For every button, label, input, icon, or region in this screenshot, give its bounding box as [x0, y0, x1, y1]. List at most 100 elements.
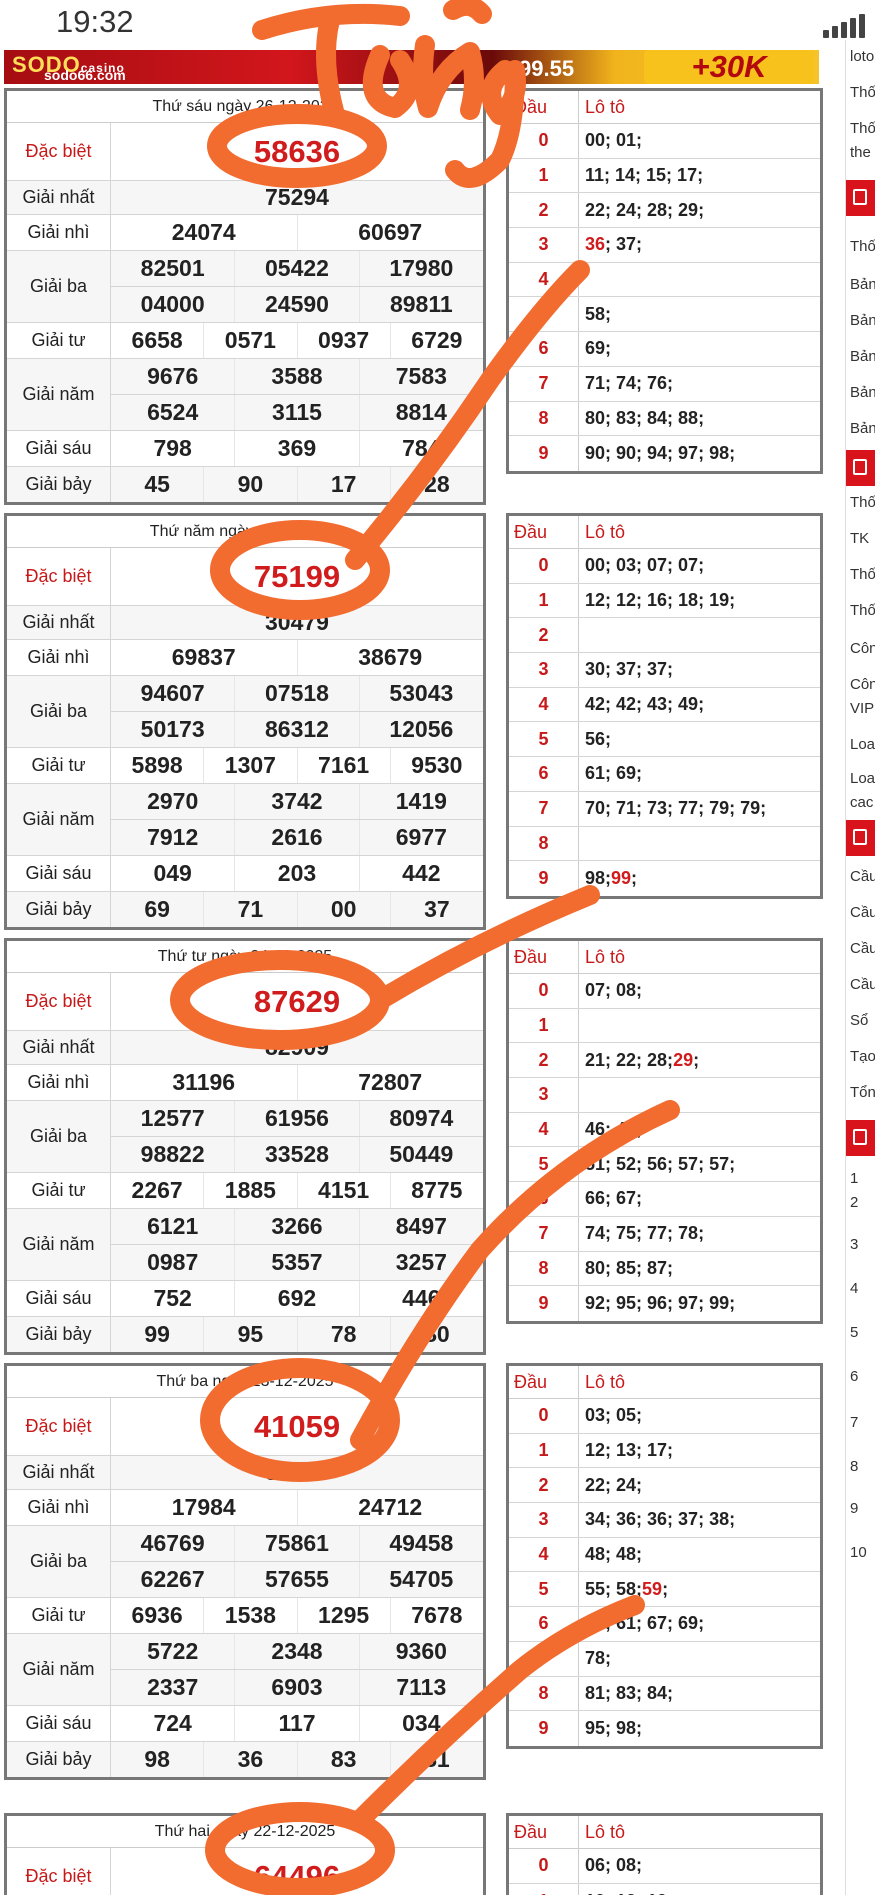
prize-number: 1307 — [203, 748, 296, 783]
loto-row: 1 — [509, 1008, 820, 1044]
loto-dau: 7 — [509, 366, 579, 401]
loto-row: 4 42; 42; 43; 49; — [509, 687, 820, 723]
prize-line: 798 369 784 — [111, 431, 483, 466]
prize-number: 99 — [144, 1321, 170, 1347]
ad-banner[interactable]: SODOcasino sodo66.com 99.55 +30K — [4, 50, 819, 84]
sidebar-item[interactable]: loto — [850, 48, 875, 65]
loto-values: 74; 75; 77; 78; — [579, 1217, 820, 1251]
prize-number: 90 — [203, 467, 296, 502]
sidebar-item[interactable]: Thố — [850, 238, 875, 255]
loto-text: 74; 75; 77; 78; — [585, 1223, 705, 1244]
loto-values: 51; 52; 56; 57; 57; — [579, 1147, 820, 1181]
sidebar-item[interactable]: cac — [850, 794, 875, 811]
prize-number: 7113 — [358, 1670, 483, 1705]
sidebar-item[interactable]: 6 — [850, 1368, 875, 1385]
sidebar-item[interactable]: TK — [850, 530, 875, 547]
loto-header-dau: Đầu — [509, 941, 579, 973]
sidebar-item[interactable]: Côn — [850, 676, 875, 693]
sidebar-item[interactable]: 8 — [850, 1458, 875, 1475]
loto-values: 03; 05; — [579, 1399, 820, 1433]
prize-number: 45 — [144, 471, 170, 497]
sidebar-item[interactable]: Thố — [850, 602, 875, 619]
prize-number: 2337 — [147, 1674, 199, 1700]
prize-values: 31196 72807 — [111, 1065, 483, 1100]
sidebar-item[interactable]: Cầu — [850, 976, 875, 993]
loto-dau: 2 — [509, 193, 579, 228]
sidebar-item[interactable]: Côn — [850, 640, 875, 657]
sidebar-item[interactable]: Loa — [850, 736, 875, 753]
loto-dau: 0 — [509, 124, 579, 158]
sidebar-item[interactable]: 1 — [850, 1170, 875, 1187]
sidebar-item[interactable]: Bản — [850, 420, 875, 437]
sidebar-item[interactable]: Tổn — [850, 1084, 875, 1101]
sidebar-item[interactable]: Thố — [850, 494, 875, 511]
special-prize-number: 41059 — [253, 1408, 341, 1444]
loto-highlight: 29 — [673, 1049, 694, 1070]
prize-values: 99 95 78 80 — [111, 1317, 483, 1352]
prize-number: 6977 — [358, 820, 483, 855]
sidebar-item[interactable]: 5 — [850, 1324, 875, 1341]
sidebar-item[interactable]: Thố — [850, 120, 875, 137]
prize-number: 89811 — [358, 287, 483, 322]
sidebar-item[interactable]: the — [850, 144, 875, 161]
loto-row: 2 22; 24; — [509, 1468, 820, 1504]
prize-row: Giải nhất 30479 — [7, 606, 483, 640]
loto-row: 5 56; — [509, 722, 820, 758]
prize-number: 57655 — [234, 1562, 358, 1597]
prize-number: 71 — [203, 892, 296, 927]
sidebar-item[interactable]: Bản — [850, 276, 875, 293]
loto-dau: 7 — [509, 1216, 579, 1251]
prize-number: 50173 — [140, 716, 205, 742]
sidebar-item[interactable]: Thố — [850, 566, 875, 583]
loto-text: 70; 71; 73; 77; 79; 79; — [585, 798, 767, 819]
prize-line: 31196 72807 — [111, 1065, 483, 1100]
loto-row: 2 21; 22; 28; 29; — [509, 1043, 820, 1079]
prize-number: 52748 — [265, 1459, 329, 1485]
loto-values — [579, 263, 820, 297]
sidebar-item[interactable]: Sổ — [850, 1012, 875, 1029]
prize-label: Giải tư — [7, 1173, 111, 1208]
prize-values: 2267 1885 4151 8775 — [111, 1173, 483, 1208]
sidebar-item[interactable]: Tạo — [850, 1048, 875, 1065]
prize-number: 80974 — [358, 1101, 483, 1136]
sidebar-item[interactable]: Loa — [850, 770, 875, 787]
prize-label: Giải nhất — [7, 181, 111, 214]
loto-text: 60; 61; 67; 69; — [585, 1613, 705, 1634]
prize-row: Giải bảy 98 36 83 81 — [7, 1742, 483, 1777]
sidebar-item[interactable]: Bản — [850, 384, 875, 401]
prize-line: 62267 57655 54705 — [111, 1561, 483, 1597]
sidebar-item[interactable]: 4 — [850, 1280, 875, 1297]
sidebar-item[interactable]: VIP — [850, 700, 875, 717]
prize-values: 30479 — [111, 606, 483, 639]
loto-text: 12; 12; 16; 18; 19; — [585, 590, 736, 611]
prize-number: 3115 — [234, 395, 358, 430]
sidebar-item[interactable]: Cầu — [850, 940, 875, 957]
loto-values: 98; 99; — [579, 861, 820, 896]
prize-line: 6658 0571 0937 6729 — [111, 323, 483, 358]
loto-text: 06; 08; — [585, 1855, 643, 1876]
sidebar-item[interactable]: Thố — [850, 84, 875, 101]
sidebar-item[interactable]: Bản — [850, 348, 875, 365]
prize-line: 94607 07518 53043 — [111, 676, 483, 711]
loto-row: 4 46; 49; — [509, 1112, 820, 1148]
special-prize-number: 58636 — [253, 133, 341, 169]
loto-highlight: 59 — [642, 1578, 663, 1599]
prize-line: 2337 6903 7113 — [111, 1669, 483, 1705]
result-table: Thứ tư ngày 24-12-2025 Đặc biệt 87629 Giải … — [4, 938, 486, 1355]
loto-row: 0 07; 08; — [509, 974, 820, 1009]
sidebar-item[interactable]: 10 — [850, 1544, 875, 1561]
loto-text: 58; — [585, 303, 612, 324]
sidebar-item[interactable]: Bản — [850, 312, 875, 329]
sidebar-item[interactable]: 2 — [850, 1194, 875, 1211]
sidebar-item[interactable]: Cầu — [850, 868, 875, 885]
loto-text: 51; 52; 56; 57; 57; — [585, 1153, 736, 1174]
loto-row: 7 70; 71; 73; 77; 79; 79; — [509, 791, 820, 827]
prize-row: Giải bảy 99 95 78 80 — [7, 1317, 483, 1352]
sidebar-item[interactable]: Cầu — [850, 904, 875, 921]
sidebar-item[interactable]: 9 — [850, 1500, 875, 1517]
sidebar-item[interactable]: 7 — [850, 1414, 875, 1431]
prize-number: 82501 — [140, 255, 205, 281]
prize-values: 98 36 83 81 — [111, 1742, 483, 1777]
sidebar-item[interactable]: 3 — [850, 1236, 875, 1253]
loto-highlight: 36 — [585, 234, 606, 255]
